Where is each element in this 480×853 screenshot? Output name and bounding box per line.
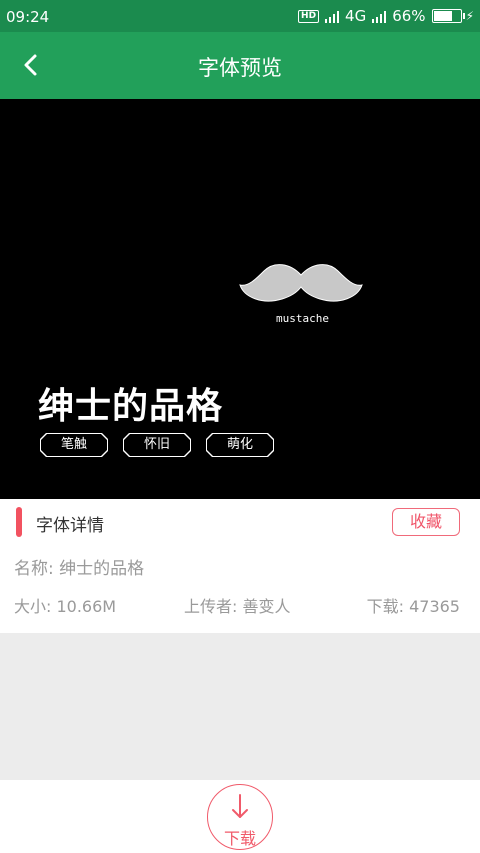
font-details: 字体详情 收藏 名称: 绅士的品格 大小: 10.66M 上传者: 善变人 下载… [0, 499, 480, 633]
favorite-button[interactable]: 收藏 [392, 508, 460, 536]
download-button[interactable]: 下载 [207, 784, 273, 850]
tag-retro: 怀旧 [123, 433, 191, 457]
charging-icon: ⚡ [465, 9, 474, 23]
battery-icon: ⚡ [431, 9, 474, 23]
font-size-field: 大小: 10.66M [14, 597, 117, 616]
mustache-icon [239, 264, 363, 302]
hd-icon: HD [298, 9, 320, 23]
signal-icon-2 [372, 10, 387, 23]
download-arrow-icon [232, 794, 248, 818]
status-time: 09:24 [6, 8, 50, 26]
download-label: 下载 [223, 829, 256, 848]
tag-brush: 笔触 [40, 433, 108, 457]
toolbar: 字体预览 [0, 32, 480, 99]
status-icons: HD 4G 66% ⚡ [298, 7, 474, 25]
signal-icon [325, 10, 340, 23]
download-count-field: 下载: 47365 [366, 597, 460, 616]
status-bar: 09:24 HD 4G 66% ⚡ [0, 0, 480, 32]
section-title: 字体详情 [36, 516, 104, 536]
page-title: 字体预览 [198, 56, 282, 80]
bottom-bar: 下载 [0, 780, 480, 853]
mustache-caption: mustache [276, 312, 329, 325]
uploader-field: 上传者: 善变人 [184, 597, 291, 616]
font-preview-image: mustache 绅士的品格 笔触 怀旧 萌化 [0, 99, 480, 499]
network-type: 4G [345, 7, 367, 25]
style-tags: 笔触 怀旧 萌化 [40, 433, 274, 457]
section-accent-bar [16, 507, 22, 537]
font-name-field: 名称: 绅士的品格 [14, 559, 145, 579]
font-sample-text: 绅士的品格 [38, 385, 224, 427]
tag-cute: 萌化 [206, 433, 274, 457]
battery-percent: 66% [392, 7, 426, 25]
